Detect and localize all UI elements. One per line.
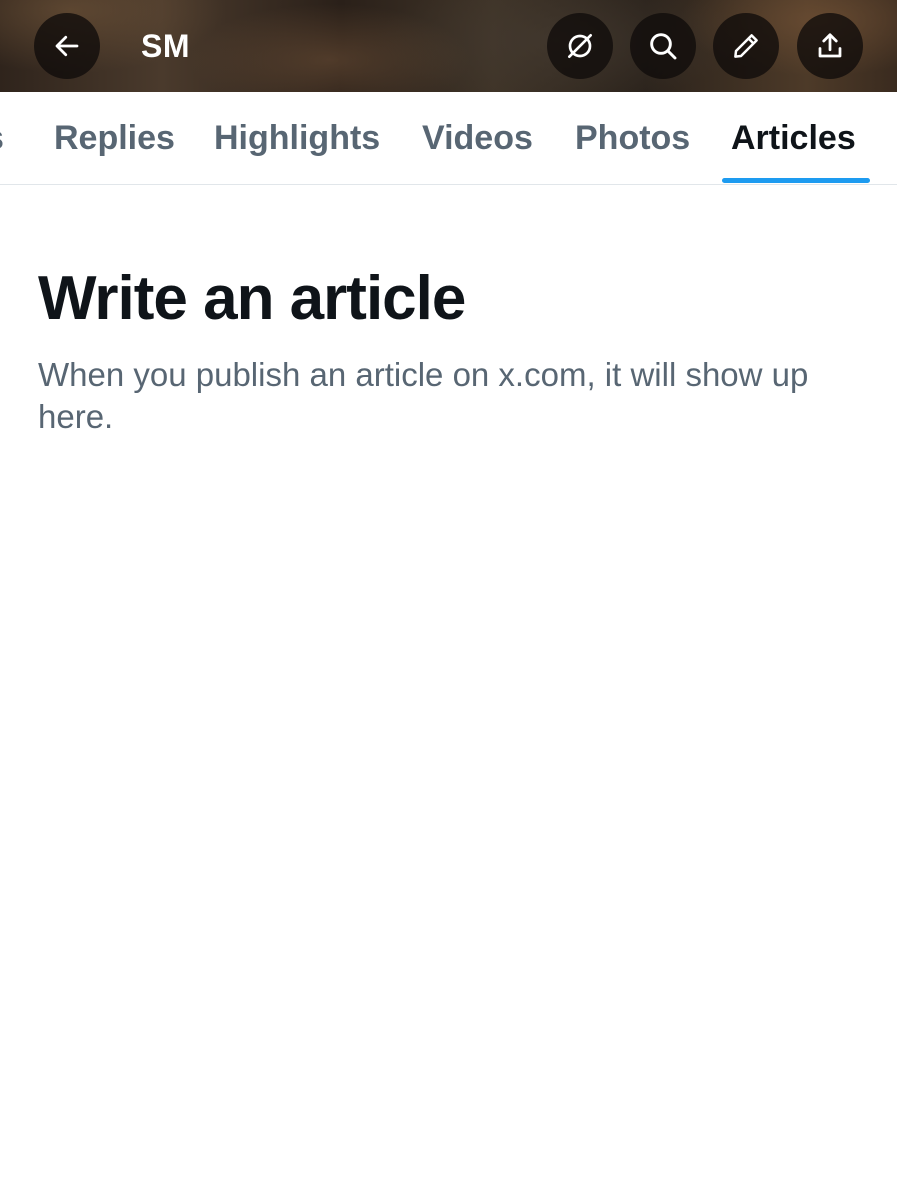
empty-state-description: When you publish an article on x.com, it… [38, 356, 809, 435]
share-icon [818, 33, 842, 58]
profile-header: SM [0, 0, 897, 92]
share-button[interactable] [797, 13, 863, 79]
back-button[interactable] [34, 13, 100, 79]
active-tab-indicator [722, 178, 870, 183]
profile-page: SM s Repli [0, 0, 897, 1199]
tab-posts[interactable]: s [0, 92, 4, 184]
compose-button[interactable] [713, 13, 779, 79]
empty-state-heading: Write an article [38, 264, 466, 333]
page-title: SM [141, 28, 190, 64]
tab-highlights[interactable]: Highlights [214, 92, 380, 184]
search-button[interactable] [630, 13, 696, 79]
tab-replies[interactable]: Replies [54, 92, 175, 184]
grok-icon [568, 34, 592, 58]
grok-button[interactable] [547, 13, 613, 79]
search-icon [650, 33, 677, 60]
back-arrow-icon [55, 35, 79, 57]
tab-articles[interactable]: Articles [731, 92, 856, 184]
tab-photos[interactable]: Photos [575, 92, 690, 184]
tab-videos[interactable]: Videos [422, 92, 533, 184]
profile-tabs: s Replies Highlights Videos Photos Artic… [0, 92, 897, 185]
compose-icon [734, 34, 758, 58]
